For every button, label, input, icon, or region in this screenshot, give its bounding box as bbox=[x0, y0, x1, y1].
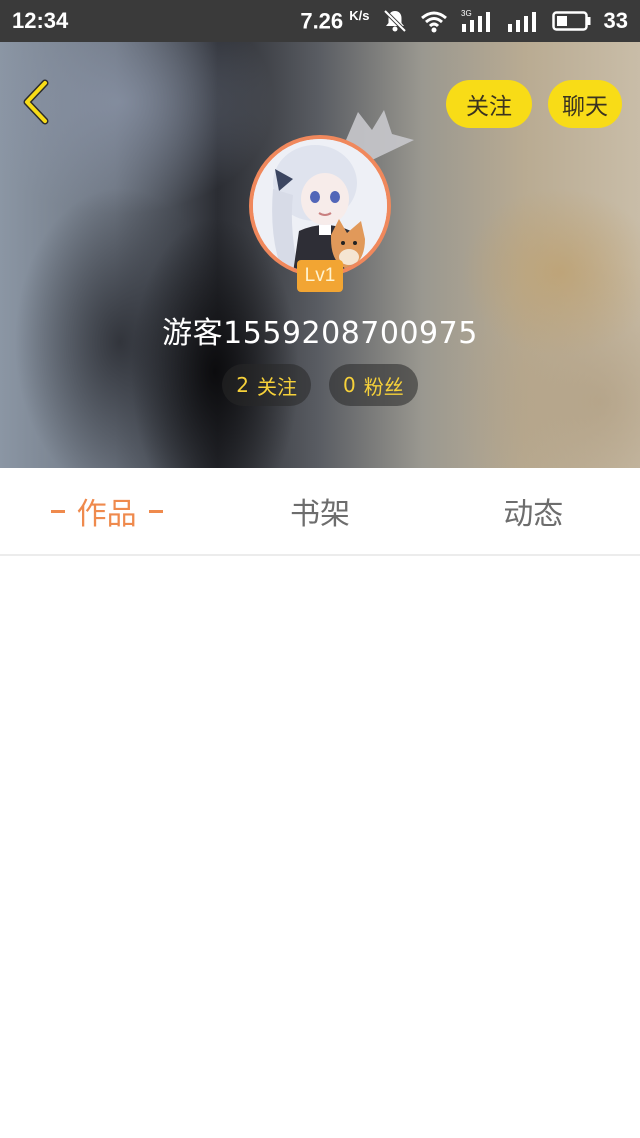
profile-header: 关注 聊天 Lv1 游客1559208700975 2 关注 0 粉丝 bbox=[0, 42, 640, 468]
battery-icon bbox=[551, 10, 592, 32]
status-time: 12:34 bbox=[12, 8, 69, 33]
follow-button[interactable]: 关注 bbox=[446, 80, 532, 128]
tab-bookshelf[interactable]: 书架 bbox=[213, 468, 426, 554]
tab-bar: 作品 书架 动态 bbox=[0, 468, 640, 556]
tab-activity-label: 动态 bbox=[503, 497, 564, 532]
tab-content-area bbox=[0, 556, 640, 1138]
network-speed-value: 7.26 bbox=[300, 8, 344, 34]
avatar[interactable] bbox=[249, 135, 391, 277]
chat-button[interactable]: 聊天 bbox=[548, 80, 622, 128]
avatar-image bbox=[253, 139, 387, 273]
followers-stat[interactable]: 0 粉丝 bbox=[329, 364, 418, 406]
status-bar: 12:34 7.26 K/s 3G 33 bbox=[0, 0, 640, 42]
active-tab-dash-right bbox=[148, 509, 163, 513]
back-button[interactable] bbox=[14, 79, 58, 129]
tab-works[interactable]: 作品 bbox=[0, 468, 213, 554]
status-icons: 7.26 K/s 3G 33 bbox=[300, 8, 628, 34]
signal-icon bbox=[506, 8, 540, 34]
tab-activity[interactable]: 动态 bbox=[427, 468, 640, 554]
muted-bell-icon bbox=[382, 8, 408, 34]
active-tab-dash-left bbox=[50, 509, 65, 513]
profile-screen: 12:34 7.26 K/s 3G 33 关注 聊天 Lv1 游客1559208… bbox=[0, 0, 640, 1138]
username: 游客1559208700975 bbox=[162, 316, 478, 351]
chevron-left-icon bbox=[19, 79, 53, 129]
following-count: 2 bbox=[236, 373, 249, 397]
battery-level: 33 bbox=[603, 7, 628, 33]
tab-bookshelf-label: 书架 bbox=[289, 497, 350, 532]
network-speed-unit: K/s bbox=[349, 7, 370, 23]
signal-3g-icon: 3G bbox=[460, 8, 494, 34]
stats-row: 2 关注 0 粉丝 bbox=[0, 364, 640, 406]
followers-label: 粉丝 bbox=[363, 374, 404, 399]
followers-count: 0 bbox=[343, 373, 356, 397]
level-badge: Lv1 bbox=[297, 260, 343, 292]
network-type-label: 3G bbox=[461, 9, 472, 18]
following-label: 关注 bbox=[257, 374, 297, 399]
tab-works-label: 作品 bbox=[76, 497, 137, 532]
wifi-icon bbox=[420, 9, 448, 33]
following-stat[interactable]: 2 关注 bbox=[222, 364, 311, 406]
network-speed: 7.26 K/s bbox=[300, 8, 369, 34]
